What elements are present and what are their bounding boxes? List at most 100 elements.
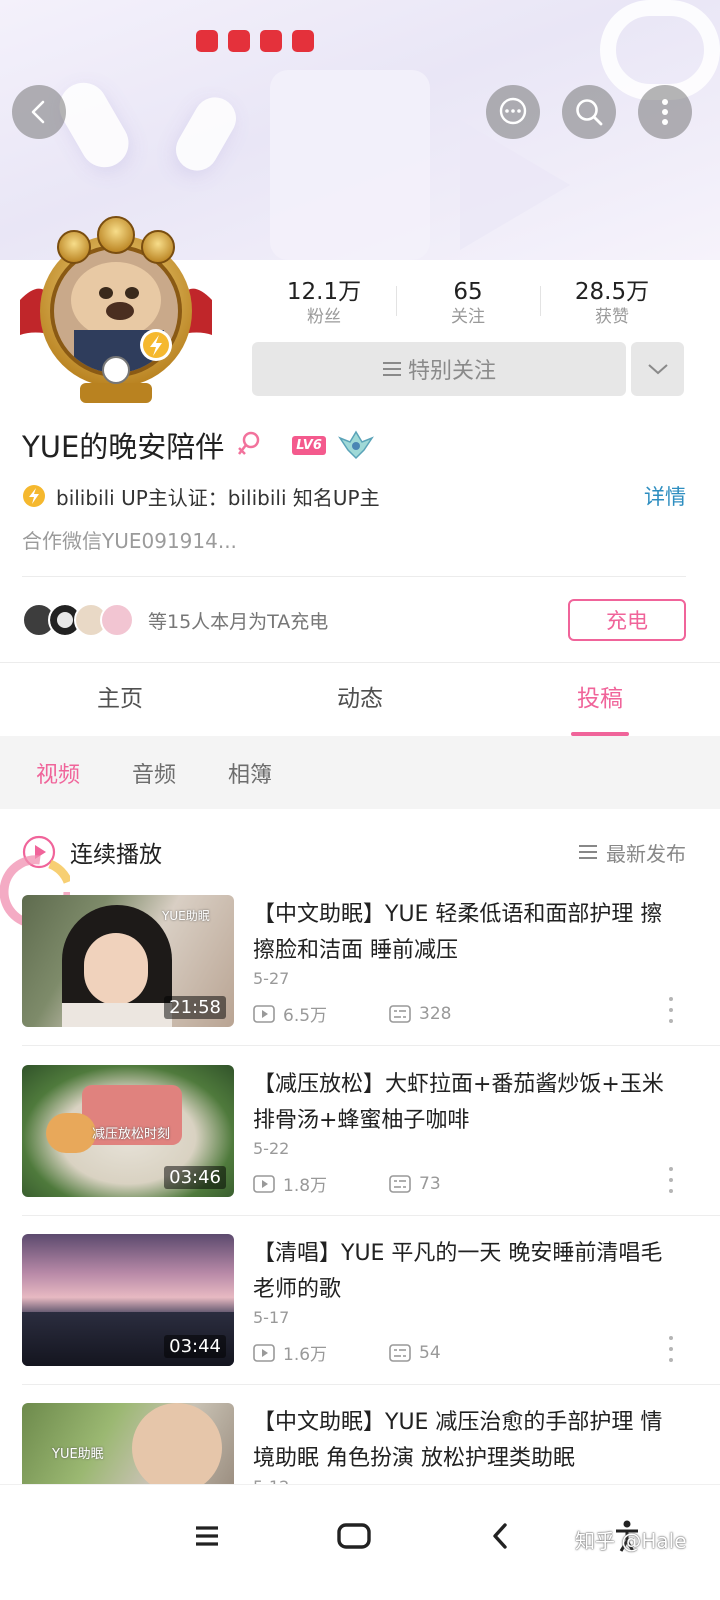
video-title[interactable]: 【清唱】YUE 平凡的一天 晚安睡前清唱毛老师的歌: [253, 1236, 673, 1308]
video-more-button[interactable]: [666, 1167, 676, 1193]
danmaku-icon: [389, 1174, 411, 1193]
tab-home[interactable]: 主页: [0, 663, 240, 736]
stat-label: 粉丝: [307, 307, 341, 327]
view-count: 1.6万: [253, 1340, 327, 1365]
danmaku-count: 54: [389, 1343, 441, 1363]
continuous-play-button[interactable]: 连续播放: [70, 835, 578, 869]
username: YUE的晚安陪伴: [22, 430, 225, 464]
danmaku-count-value: 54: [419, 1342, 441, 1363]
avatar[interactable]: [14, 205, 218, 410]
play-count-icon: [253, 1343, 275, 1362]
back-nav-button[interactable]: [475, 1511, 525, 1561]
message-button[interactable]: [486, 85, 540, 139]
divider: [22, 576, 686, 577]
subtab-album[interactable]: 相簿: [228, 757, 272, 789]
video-card[interactable]: 03:44 【清唱】YUE 平凡的一天 晚安睡前清唱毛老师的歌 5-17 1.6…: [22, 1234, 686, 1366]
charger-avatars[interactable]: [22, 603, 134, 637]
video-title[interactable]: 【减压放松】大虾拉面+番茄酱炒饭+玉米排骨汤+蜂蜜柚子咖啡: [253, 1067, 673, 1139]
sort-lines-icon: [579, 845, 597, 859]
video-date: 5-17: [253, 1308, 290, 1327]
fan-medal-icon: [337, 430, 374, 460]
video-meta: 1.8万 73: [253, 1171, 441, 1196]
charger-avatar: [100, 603, 134, 637]
female-icon: [238, 431, 260, 455]
banner-decoration: [50, 74, 138, 176]
danmaku-count-value: 328: [419, 1003, 452, 1024]
detail-link[interactable]: 详情: [644, 481, 686, 511]
video-date: 5-27: [253, 969, 290, 988]
verification-row: bilibili UP主认证：bilibili 知名UP主 详情: [22, 480, 686, 512]
home-square-icon: [337, 1523, 371, 1549]
stat-following[interactable]: 65 关注: [396, 278, 540, 330]
stat-value: 28.5万: [574, 279, 650, 305]
stat-likes[interactable]: 28.5万 获赞: [540, 278, 684, 330]
video-thumbnail[interactable]: 减压放松时刻 03:46: [22, 1065, 234, 1197]
search-button[interactable]: [562, 85, 616, 139]
video-meta: 6.5万 328: [253, 1001, 452, 1026]
follow-dropdown-button[interactable]: [631, 342, 684, 396]
divider: [22, 1045, 720, 1046]
sort-label: 最新发布: [606, 841, 686, 866]
video-duration: 03:44: [164, 1335, 226, 1358]
video-card[interactable]: 减压放松时刻 03:46 【减压放松】大虾拉面+番茄酱炒饭+玉米排骨汤+蜂蜜柚子…: [22, 1065, 686, 1197]
back-button[interactable]: [12, 85, 66, 139]
thumbnail-caption: 减压放松时刻: [92, 1127, 171, 1142]
tab-dynamics[interactable]: 动态: [240, 663, 480, 736]
thumbnail-figure: [132, 1403, 222, 1493]
subtab-audio[interactable]: 音频: [132, 757, 176, 789]
thumbnail-caption: YUE助眠: [52, 1447, 104, 1462]
banner-decoration: [168, 89, 244, 179]
play-count-icon: [253, 1004, 275, 1023]
tab-uploads[interactable]: 投稿: [480, 663, 720, 736]
video-meta: 1.6万 54: [253, 1340, 441, 1365]
notification-icon: [228, 30, 250, 52]
charge-button[interactable]: 充电: [568, 599, 686, 641]
system-navigation-bar: 知乎 @Hale: [0, 1484, 720, 1600]
view-count-value: 1.8万: [283, 1176, 328, 1196]
profile-tabs: 主页 动态 投稿: [0, 663, 720, 736]
more-vertical-icon: [662, 99, 668, 125]
special-follow-button[interactable]: 特别关注: [252, 342, 626, 396]
stat-label: 获赞: [595, 307, 629, 327]
notification-icon: [292, 30, 314, 52]
home-button[interactable]: [329, 1511, 379, 1561]
video-title[interactable]: 【中文助眠】YUE 减压治愈的手部护理 情境助眠 角色扮演 放松护理类助眠: [253, 1405, 673, 1477]
notification-icon: [196, 30, 218, 52]
recent-apps-button[interactable]: [182, 1511, 232, 1561]
danmaku-icon: [389, 1004, 411, 1023]
video-more-button[interactable]: [666, 1336, 676, 1362]
view-count: 1.8万: [253, 1171, 327, 1196]
video-duration: 03:46: [164, 1166, 226, 1189]
video-thumbnail[interactable]: YUE助眠 21:58: [22, 895, 234, 1027]
more-options-button[interactable]: [638, 85, 692, 139]
banner-decoration: [270, 70, 430, 260]
stat-followers[interactable]: 12.1万 粉丝: [252, 278, 396, 330]
banner-decoration: [460, 120, 570, 250]
video-card[interactable]: YUE助眠 21:58 【中文助眠】YUE 轻柔低语和面部护理 擦擦脸和洁面 睡…: [22, 895, 686, 1027]
sort-button[interactable]: 最新发布: [578, 838, 686, 867]
thumbnail-caption: YUE助眠: [162, 909, 210, 923]
danmaku-icon: [389, 1343, 411, 1362]
video-more-button[interactable]: [666, 997, 676, 1023]
view-count: 6.5万: [253, 1001, 327, 1026]
search-icon: [576, 99, 603, 126]
profile-name-row: YUE的晚安陪伴 LV6: [22, 422, 374, 468]
video-list-header: 连续播放 最新发布: [22, 830, 686, 874]
stat-label: 关注: [451, 307, 485, 327]
thumbnail-figure: [84, 933, 148, 1005]
lightning-badge-icon: [23, 485, 45, 507]
profile-stats: 12.1万 粉丝 65 关注 28.5万 获赞: [252, 278, 684, 330]
stat-value: 65: [453, 279, 483, 305]
menu-lines-icon: [382, 362, 401, 376]
view-count-value: 1.6万: [283, 1345, 328, 1365]
video-thumbnail[interactable]: 03:44: [22, 1234, 234, 1366]
video-duration: 21:58: [164, 996, 226, 1019]
danmaku-count: 328: [389, 1003, 452, 1024]
status-bar-icons: [196, 30, 314, 52]
video-title[interactable]: 【中文助眠】YUE 轻柔低语和面部护理 擦擦脸和洁面 睡前减压: [253, 897, 673, 969]
thumbnail-figure: [46, 1113, 96, 1153]
play-count-icon: [253, 1174, 275, 1193]
verification-text: bilibili UP主认证：bilibili 知名UP主: [56, 485, 380, 510]
bio-text[interactable]: 合作微信YUE091914...: [22, 525, 237, 554]
subtab-video[interactable]: 视频: [36, 757, 80, 789]
